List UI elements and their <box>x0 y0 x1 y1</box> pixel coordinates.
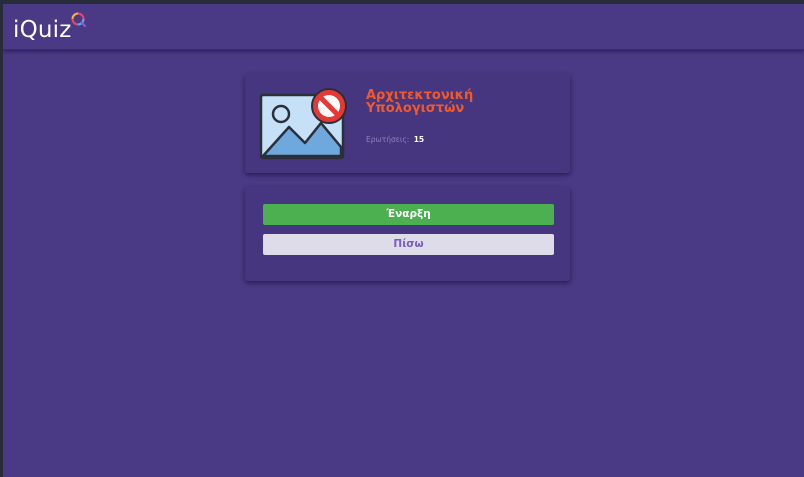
start-button[interactable]: Έναρξη <box>263 204 554 225</box>
window-frame: iQuiz Αρχιτεκτονική Υπολογιστών Ερωτήσει… <box>0 0 804 477</box>
questions-count: Ερωτήσεις: 15 <box>366 135 424 144</box>
app-logo[interactable]: iQuiz <box>13 12 86 46</box>
back-button[interactable]: Πίσω <box>263 234 554 255</box>
quiz-thumbnail <box>259 88 347 160</box>
logo-text: iQuiz <box>13 17 72 43</box>
app-view: iQuiz Αρχιτεκτονική Υπολογιστών Ερωτήσει… <box>3 4 804 477</box>
quiz-title-line2: Υπολογιστών <box>366 101 465 116</box>
top-bar: iQuiz <box>3 4 804 50</box>
logo-mark-icon <box>71 12 86 27</box>
quiz-info-card: Αρχιτεκτονική Υπολογιστών Ερωτήσεις: 15 <box>245 74 570 173</box>
prohibited-icon <box>311 88 347 124</box>
questions-label: Ερωτήσεις: <box>366 135 410 144</box>
questions-value: 15 <box>413 135 425 144</box>
quiz-title: Αρχιτεκτονική Υπολογιστών <box>366 89 556 115</box>
actions-card: Έναρξη Πίσω <box>245 187 570 281</box>
